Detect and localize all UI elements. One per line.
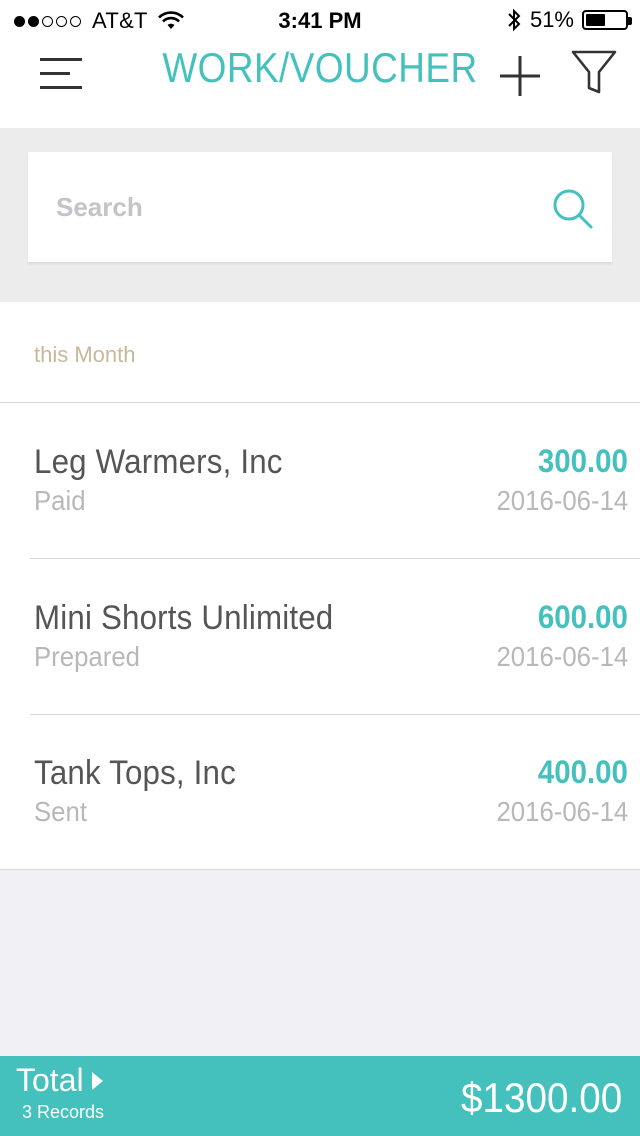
list-item[interactable]: Mini Shorts Unlimited Prepared 600.00 20… — [0, 559, 640, 715]
voucher-list: this Month Leg Warmers, Inc Paid 300.00 … — [0, 302, 640, 870]
funnel-filter-icon — [571, 50, 617, 94]
status-bar: AT&T 3:41 PM 51% — [0, 0, 640, 40]
item-name: Tank Tops, Inc — [34, 754, 236, 792]
records-count: 3 Records — [22, 1102, 105, 1122]
item-amount: 300.00 — [537, 443, 628, 479]
item-date: 2016-06-14 — [496, 641, 628, 672]
item-status: Paid — [34, 485, 86, 516]
search-input[interactable] — [56, 182, 536, 232]
battery-percentage: 51% — [529, 7, 574, 32]
caret-right-icon — [91, 1071, 103, 1090]
item-date: 2016-06-14 — [496, 485, 628, 516]
search-section — [0, 128, 640, 302]
filter-button[interactable] — [570, 48, 618, 98]
battery-icon — [582, 10, 632, 30]
plus-icon — [500, 56, 540, 96]
search-icon[interactable] — [550, 186, 594, 230]
item-amount: 600.00 — [537, 599, 628, 635]
section-label: this Month — [34, 342, 136, 367]
item-date: 2016-06-14 — [496, 796, 628, 827]
section-header: this Month — [0, 302, 640, 403]
list-item[interactable]: Tank Tops, Inc Sent 400.00 2016-06-14 — [0, 714, 640, 870]
item-status: Prepared — [34, 641, 140, 672]
page-title: WORK/VOUCHER — [162, 44, 478, 91]
item-amount: 400.00 — [537, 754, 628, 790]
navigation-bar: WORK/VOUCHER — [0, 40, 640, 128]
total-text: Total — [16, 1062, 84, 1098]
add-voucher-button[interactable] — [496, 52, 544, 100]
list-item[interactable]: Leg Warmers, Inc Paid 300.00 2016-06-14 — [0, 403, 640, 559]
item-name: Mini Shorts Unlimited — [34, 599, 334, 637]
status-right: 51% — [506, 7, 632, 33]
bluetooth-icon — [508, 8, 521, 32]
total-footer[interactable]: Total 3 Records $1300.00 — [0, 1056, 640, 1136]
total-label[interactable]: Total — [16, 1062, 103, 1099]
list-bottom-divider — [0, 869, 640, 870]
item-name: Leg Warmers, Inc — [34, 443, 283, 481]
menu-button[interactable] — [38, 54, 86, 94]
battery-fill — [586, 14, 606, 26]
hamburger-menu-icon — [40, 58, 82, 89]
total-amount: $1300.00 — [460, 1074, 622, 1121]
search-box — [28, 152, 612, 262]
item-status: Sent — [34, 796, 88, 827]
